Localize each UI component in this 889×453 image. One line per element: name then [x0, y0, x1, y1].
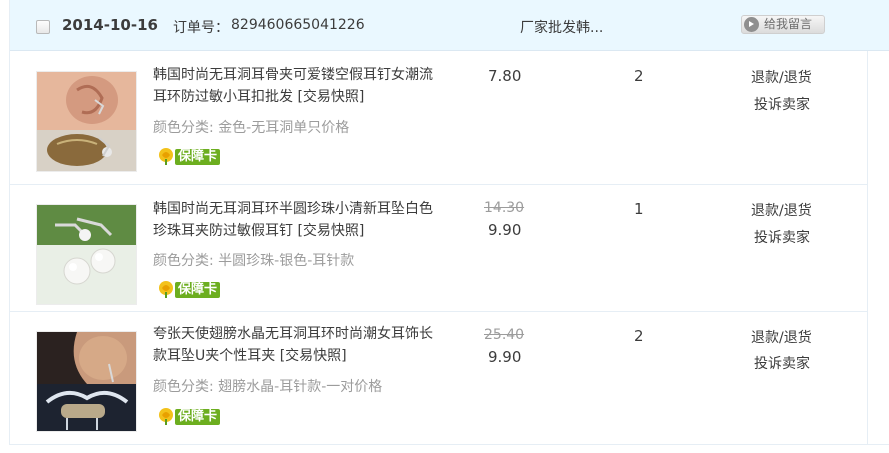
shield-flower-icon [159, 281, 173, 298]
order-header: 2014-10-16 订单号： 829460665041226 厂家批发韩...… [10, 0, 889, 51]
order-number-label: 订单号： [173, 20, 229, 36]
product-thumbnail[interactable] [36, 204, 137, 305]
complain-seller-link[interactable]: 投诉卖家 [754, 353, 810, 373]
complain-seller-link[interactable]: 投诉卖家 [754, 227, 810, 247]
order-date: 2014-10-16 [62, 16, 158, 34]
order-item: 韩国时尚无耳洞耳环半圆珍珠小清新耳坠白色珍珠耳夹防过敏假耳钉 [交易快照] 颜色… [10, 185, 868, 318]
product-attributes: 颜色分类: 金色-无耳洞单只价格 [153, 120, 350, 136]
product-title-link[interactable]: 韩国时尚无耳洞耳环半圆珍珠小清新耳坠白色珍珠耳夹防过敏假耳钉 [交易快照] [153, 198, 433, 242]
original-price: 14.30 [484, 200, 525, 216]
unit-price: 9.90 [488, 221, 522, 239]
leave-message-label: 给我留言 [764, 17, 813, 31]
shield-flower-icon [159, 148, 173, 165]
guarantee-card-badge[interactable]: 保障卡 [157, 147, 221, 166]
order-item: 夸张天使翅膀水晶无耳洞耳环时尚潮女耳饰长款耳坠U夹个性耳夹 [交易快照] 颜色分… [10, 312, 868, 445]
refund-return-link[interactable]: 退款/退货 [751, 67, 812, 87]
quantity: 2 [634, 67, 644, 85]
product-attributes: 颜色分类: 翅膀水晶-耳针款-一对价格 [153, 379, 383, 395]
original-price: 25.40 [484, 327, 525, 343]
product-title-text: 韩国时尚无耳洞耳骨夹可爱镂空假耳钉女潮流耳环防过敏小耳扣批发 [交易快照] [153, 67, 433, 105]
leave-message-button[interactable]: 给我留言 [741, 15, 825, 34]
quantity: 1 [634, 200, 644, 218]
order-number: 829460665041226 [231, 17, 365, 33]
order-card: 2014-10-16 订单号： 829460665041226 厂家批发韩...… [9, 0, 889, 445]
shield-flower-icon [159, 408, 173, 425]
product-title-link[interactable]: 韩国时尚无耳洞耳骨夹可爱镂空假耳钉女潮流耳环防过敏小耳扣批发 [交易快照] [153, 64, 433, 108]
product-thumbnail[interactable] [36, 71, 137, 172]
product-title-text: 韩国时尚无耳洞耳环半圆珍珠小清新耳坠白色珍珠耳夹防过敏假耳钉 [交易快照] [153, 201, 433, 239]
order-item: 韩国时尚无耳洞耳骨夹可爱镂空假耳钉女潮流耳环防过敏小耳扣批发 [交易快照] 颜色… [10, 51, 868, 184]
product-title-link[interactable]: 夸张天使翅膀水晶无耳洞耳环时尚潮女耳饰长款耳坠U夹个性耳夹 [交易快照] [153, 323, 433, 367]
quantity: 2 [634, 327, 644, 345]
guarantee-card-label: 保障卡 [175, 149, 221, 165]
product-thumbnail[interactable] [36, 331, 137, 432]
refund-return-link[interactable]: 退款/退货 [751, 327, 812, 347]
guarantee-card-badge[interactable]: 保障卡 [157, 280, 221, 299]
shop-name-link[interactable]: 厂家批发韩... [520, 17, 603, 37]
complain-seller-link[interactable]: 投诉卖家 [754, 94, 810, 114]
product-title-text: 夸张天使翅膀水晶无耳洞耳环时尚潮女耳饰长款耳坠U夹个性耳夹 [交易快照] [153, 326, 433, 364]
unit-price: 7.80 [488, 67, 522, 85]
product-attributes: 颜色分类: 半圆珍珠-银色-耳针款 [153, 253, 355, 269]
order-checkbox[interactable] [36, 20, 50, 34]
guarantee-card-label: 保障卡 [175, 409, 221, 425]
refund-return-link[interactable]: 退款/退货 [751, 200, 812, 220]
guarantee-card-badge[interactable]: 保障卡 [157, 407, 221, 426]
message-play-icon [744, 17, 759, 32]
guarantee-card-label: 保障卡 [175, 282, 221, 298]
unit-price: 9.90 [488, 348, 522, 366]
